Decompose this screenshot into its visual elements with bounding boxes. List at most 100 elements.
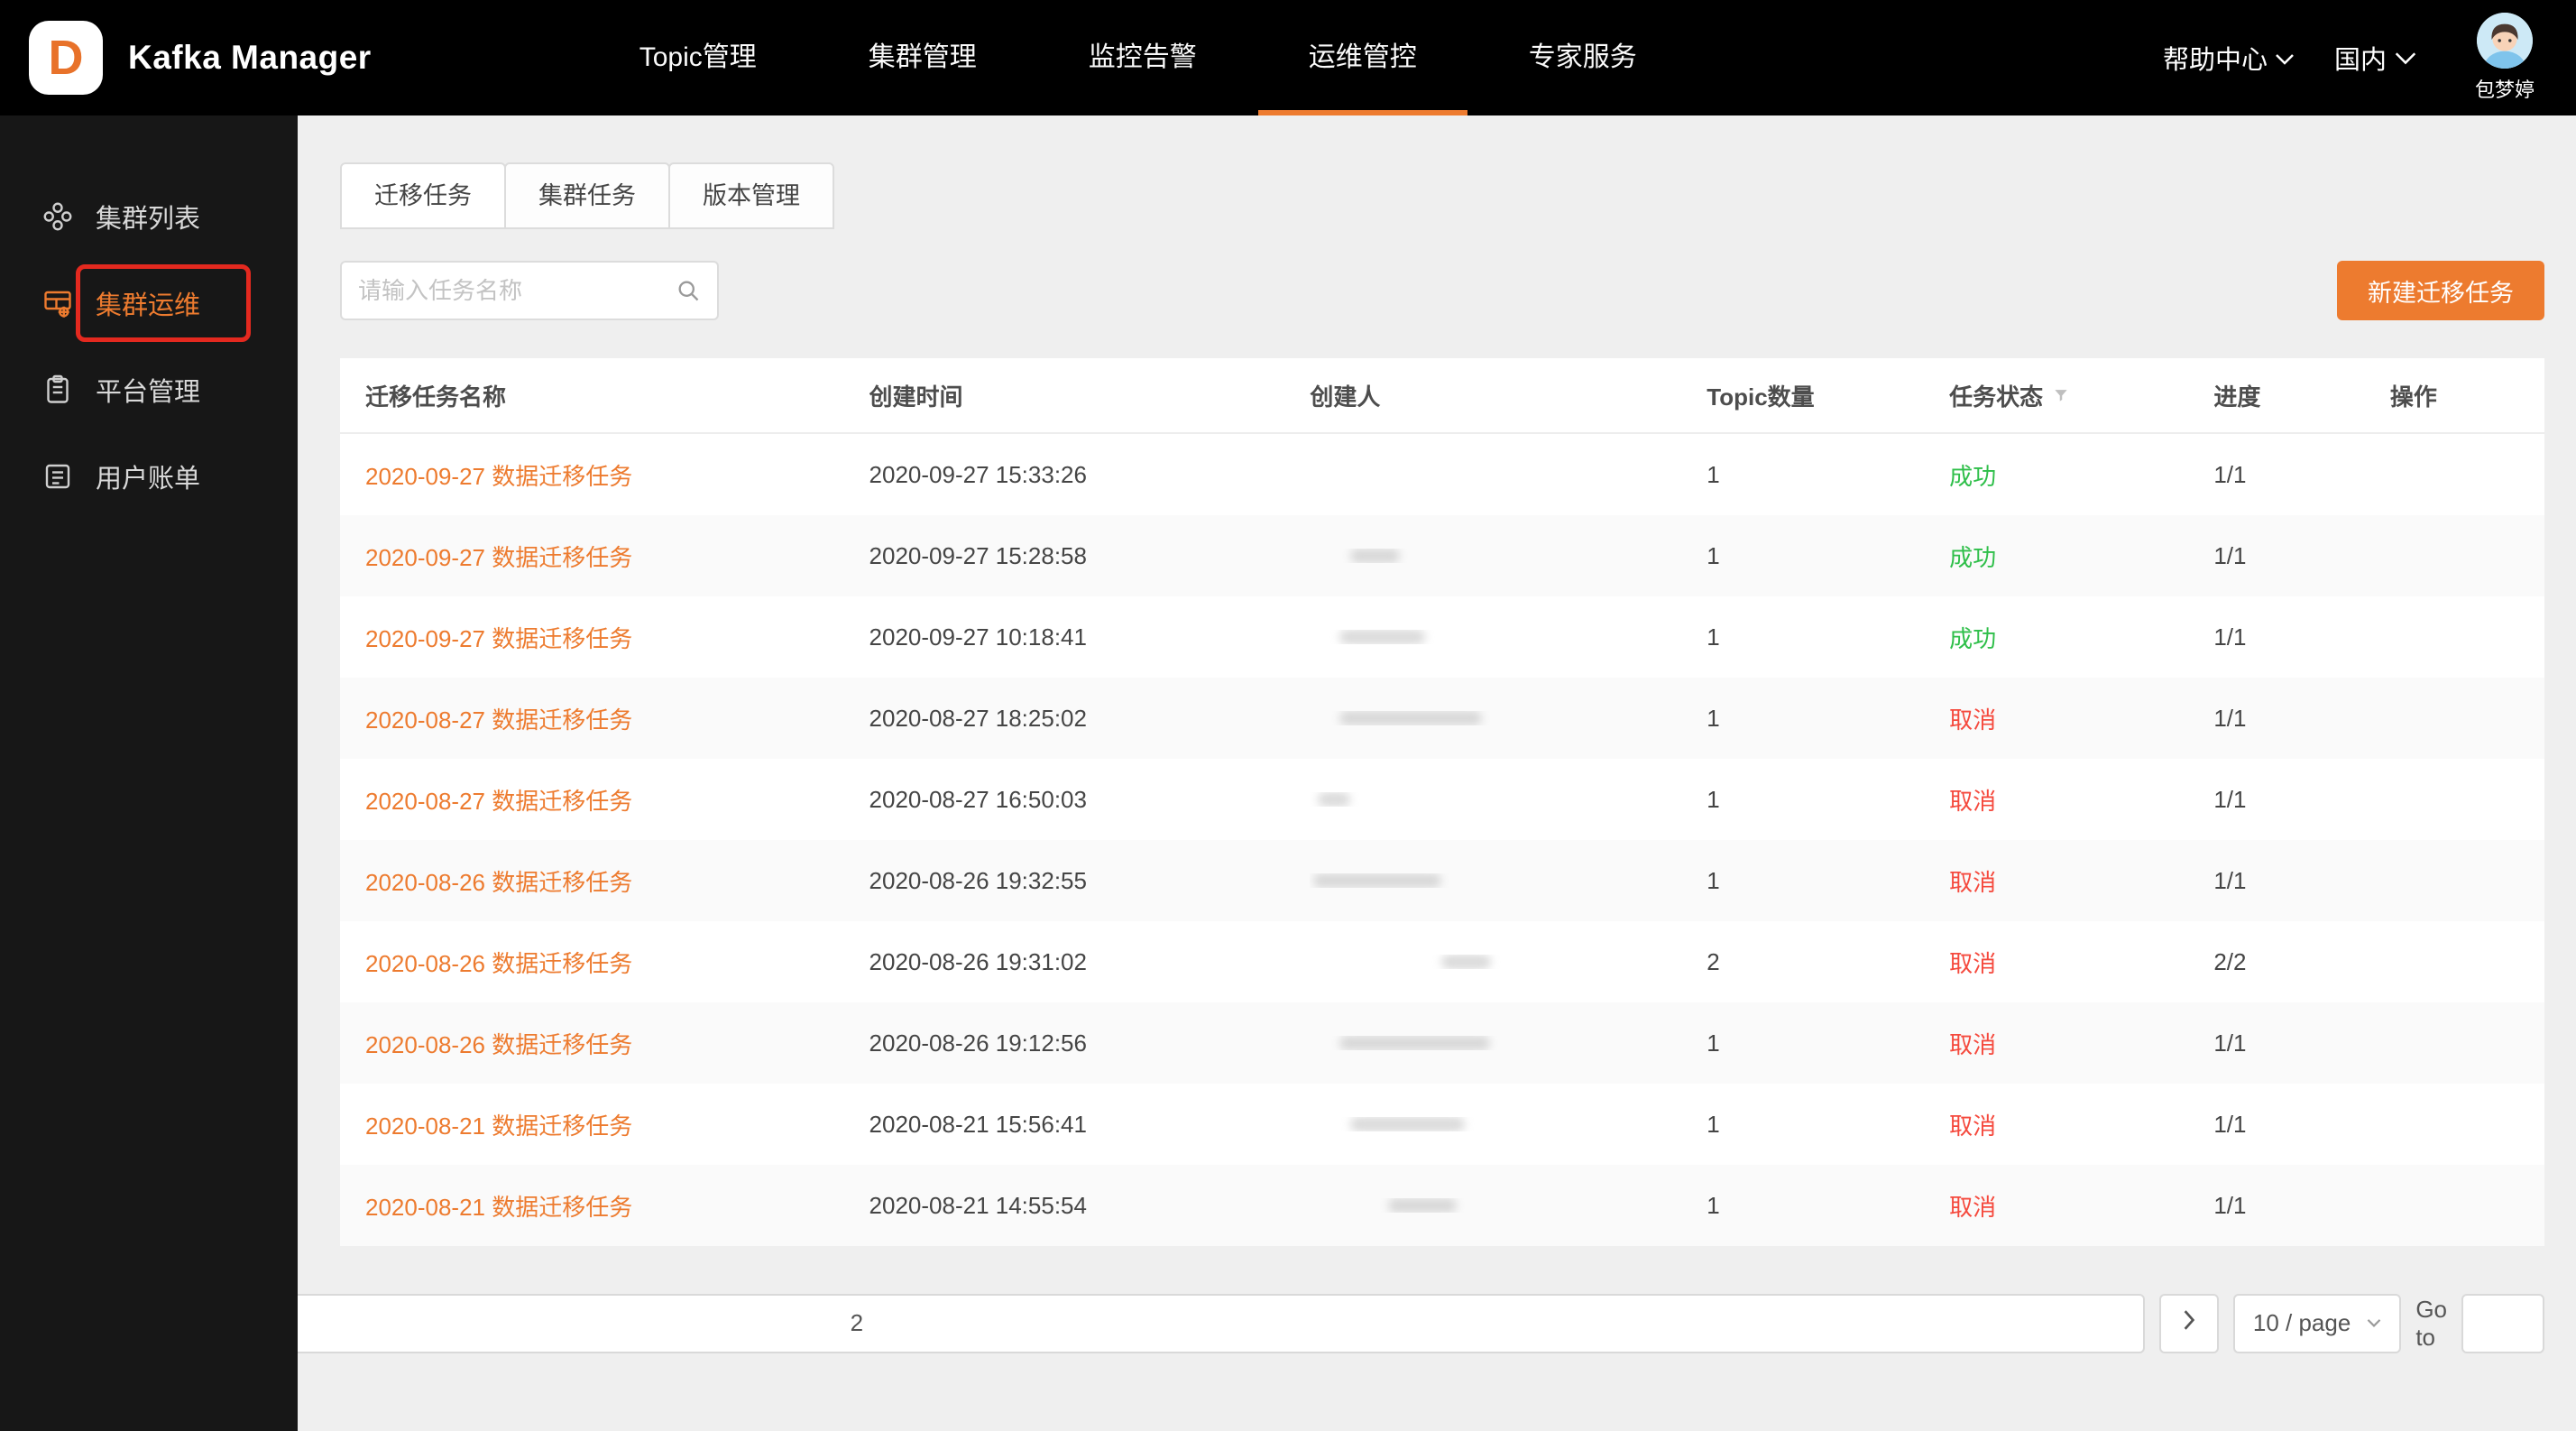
top-nav-item-ops[interactable]: 运维管控 <box>1253 0 1473 115</box>
column-header-status: 任务状态 <box>1949 379 2213 412</box>
cell-topic-count: 1 <box>1707 1029 1949 1057</box>
sidebar-item-label: 用户账单 <box>96 457 200 495</box>
sidebar-item-cluster-list[interactable]: 集群列表 <box>0 173 298 260</box>
cell-task-status: 成功 <box>1949 621 2213 654</box>
sidebar-item-cluster-ops[interactable]: 集群运维 <box>0 260 298 346</box>
cell-creator-redacted <box>1310 711 1707 725</box>
top-nav-item-monitor[interactable]: 监控告警 <box>1033 0 1253 115</box>
status-badge: 取消 <box>1949 783 1996 817</box>
task-name-link[interactable]: 2020-09-27 数据迁移任务 <box>365 540 632 573</box>
app-logo-icon[interactable]: D <box>29 21 103 95</box>
page-button-2[interactable]: 2 <box>298 1294 2145 1353</box>
cell-topic-count: 1 <box>1707 786 1949 814</box>
cell-task-name: 2020-09-27 数据迁移任务 <box>340 540 869 573</box>
status-badge: 取消 <box>1949 864 1996 898</box>
cell-creator-redacted <box>1310 549 1707 563</box>
cell-creator-redacted <box>1310 1036 1707 1050</box>
status-badge: 取消 <box>1949 946 1996 979</box>
cell-task-name: 2020-08-21 数据迁移任务 <box>340 1189 869 1223</box>
chevron-down-icon <box>2394 43 2417 73</box>
main-content: 迁移任务集群任务版本管理 新建迁移任务 迁移任务名称创建时间创建人Topic数量… <box>298 115 2576 1431</box>
cell-created-time: 2020-08-26 19:31:02 <box>869 948 1311 976</box>
column-header-progress: 进度 <box>2213 379 2390 412</box>
redacted-text-smudge <box>1339 630 1425 644</box>
cell-task-name: 2020-08-27 数据迁移任务 <box>340 702 869 735</box>
tab-bar: 迁移任务集群任务版本管理 <box>340 162 2544 229</box>
cell-task-status: 取消 <box>1949 1108 2213 1141</box>
redacted-text-smudge <box>1318 792 1350 807</box>
create-migration-task-button[interactable]: 新建迁移任务 <box>2337 261 2544 320</box>
column-header-ops: 操作 <box>2390 379 2544 412</box>
cell-created-time: 2020-08-21 15:56:41 <box>869 1111 1311 1139</box>
top-nav-item-expert[interactable]: 专家服务 <box>1473 0 1693 115</box>
cell-progress: 1/1 <box>2213 867 2390 895</box>
cell-progress: 1/1 <box>2213 461 2390 489</box>
task-name-link[interactable]: 2020-08-26 数据迁移任务 <box>365 1027 632 1060</box>
table-row[interactable]: 2020-09-27 数据迁移任务2020-09-27 15:28:581成功1… <box>340 515 2544 596</box>
chevron-down-icon <box>2275 43 2295 73</box>
cell-task-name: 2020-08-26 数据迁移任务 <box>340 1027 869 1060</box>
tab-version[interactable]: 版本管理 <box>668 162 834 229</box>
redacted-text-smudge <box>1441 955 1491 969</box>
task-name-link[interactable]: 2020-09-27 数据迁移任务 <box>365 458 632 492</box>
tab-cluster-task[interactable]: 集群任务 <box>504 162 670 229</box>
column-header-label: 迁移任务名称 <box>365 379 506 412</box>
next-page-button[interactable] <box>2159 1294 2219 1353</box>
cell-topic-count: 2 <box>1707 948 1949 976</box>
cell-creator-redacted <box>1310 873 1707 888</box>
task-name-link[interactable]: 2020-08-21 数据迁移任务 <box>365 1108 632 1141</box>
region-label: 国内 <box>2334 39 2387 77</box>
task-name-link[interactable]: 2020-08-27 数据迁移任务 <box>365 702 632 735</box>
user-menu[interactable]: 包梦婷 <box>2475 13 2535 103</box>
task-name-link[interactable]: 2020-08-26 数据迁移任务 <box>365 864 632 898</box>
cell-progress: 1/1 <box>2213 542 2390 570</box>
top-nav: Topic管理集群管理监控告警运维管控专家服务 <box>584 0 1693 115</box>
cell-creator-redacted <box>1310 792 1707 807</box>
region-selector[interactable]: 国内 <box>2334 39 2417 77</box>
search-icon[interactable] <box>676 278 701 303</box>
cell-task-status: 取消 <box>1949 1027 2213 1060</box>
search-input[interactable] <box>358 277 676 305</box>
brand: D Kafka Manager <box>0 21 372 95</box>
cell-task-name: 2020-08-26 数据迁移任务 <box>340 864 869 898</box>
cell-task-status: 成功 <box>1949 540 2213 573</box>
tab-migration[interactable]: 迁移任务 <box>340 162 506 229</box>
cell-task-name: 2020-09-27 数据迁移任务 <box>340 621 869 654</box>
toolbar: 新建迁移任务 <box>340 261 2544 320</box>
top-nav-item-cluster[interactable]: 集群管理 <box>813 0 1033 115</box>
task-name-link[interactable]: 2020-08-26 数据迁移任务 <box>365 946 632 979</box>
cluster-ops-icon <box>41 287 74 319</box>
top-nav-item-topic[interactable]: Topic管理 <box>584 0 813 115</box>
table-header-row: 迁移任务名称创建时间创建人Topic数量任务状态进度操作 <box>340 358 2544 434</box>
table-row[interactable]: 2020-08-21 数据迁移任务2020-08-21 14:55:541取消1… <box>340 1165 2544 1246</box>
cluster-list-icon <box>41 200 74 233</box>
sidebar-item-label: 平台管理 <box>96 371 200 409</box>
redacted-text-smudge <box>1313 873 1441 888</box>
cell-topic-count: 1 <box>1707 1111 1949 1139</box>
sidebar-item-platform[interactable]: 平台管理 <box>0 346 298 433</box>
filter-funnel-icon[interactable] <box>2052 386 2070 404</box>
task-name-link[interactable]: 2020-08-21 数据迁移任务 <box>365 1189 632 1223</box>
table-row[interactable]: 2020-08-21 数据迁移任务2020-08-21 15:56:411取消1… <box>340 1084 2544 1165</box>
table-row[interactable]: 2020-09-27 数据迁移任务2020-09-27 15:33:261成功1… <box>340 434 2544 515</box>
table-row[interactable]: 2020-08-27 数据迁移任务2020-08-27 16:50:031取消1… <box>340 759 2544 840</box>
cell-creator-redacted <box>1310 1117 1707 1131</box>
page-size-select[interactable]: 10 / page <box>2233 1294 2401 1353</box>
table-row[interactable]: 2020-08-26 数据迁移任务2020-08-26 19:31:022取消2… <box>340 921 2544 1002</box>
table-row[interactable]: 2020-08-26 数据迁移任务2020-08-26 19:12:561取消1… <box>340 1002 2544 1084</box>
table-row[interactable]: 2020-08-26 数据迁移任务2020-08-26 19:32:551取消1… <box>340 840 2544 921</box>
table-row[interactable]: 2020-09-27 数据迁移任务2020-09-27 10:18:411成功1… <box>340 596 2544 678</box>
help-center-menu[interactable]: 帮助中心 <box>2163 39 2295 77</box>
table-row[interactable]: 2020-08-27 数据迁移任务2020-08-27 18:25:021取消1… <box>340 678 2544 759</box>
status-badge: 成功 <box>1949 540 1996 573</box>
pagination: 共 18 条 12 10 / page Go to <box>340 1276 2544 1371</box>
cell-created-time: 2020-08-26 19:12:56 <box>869 1029 1311 1057</box>
cell-creator-redacted <box>1310 630 1707 644</box>
cell-creator-redacted <box>1310 955 1707 969</box>
redacted-text-smudge <box>1388 1198 1457 1213</box>
goto-label: Go to <box>2415 1296 2447 1352</box>
goto-page-input[interactable] <box>2461 1294 2544 1353</box>
task-name-link[interactable]: 2020-09-27 数据迁移任务 <box>365 621 632 654</box>
sidebar-item-billing[interactable]: 用户账单 <box>0 433 298 520</box>
task-name-link[interactable]: 2020-08-27 数据迁移任务 <box>365 783 632 817</box>
